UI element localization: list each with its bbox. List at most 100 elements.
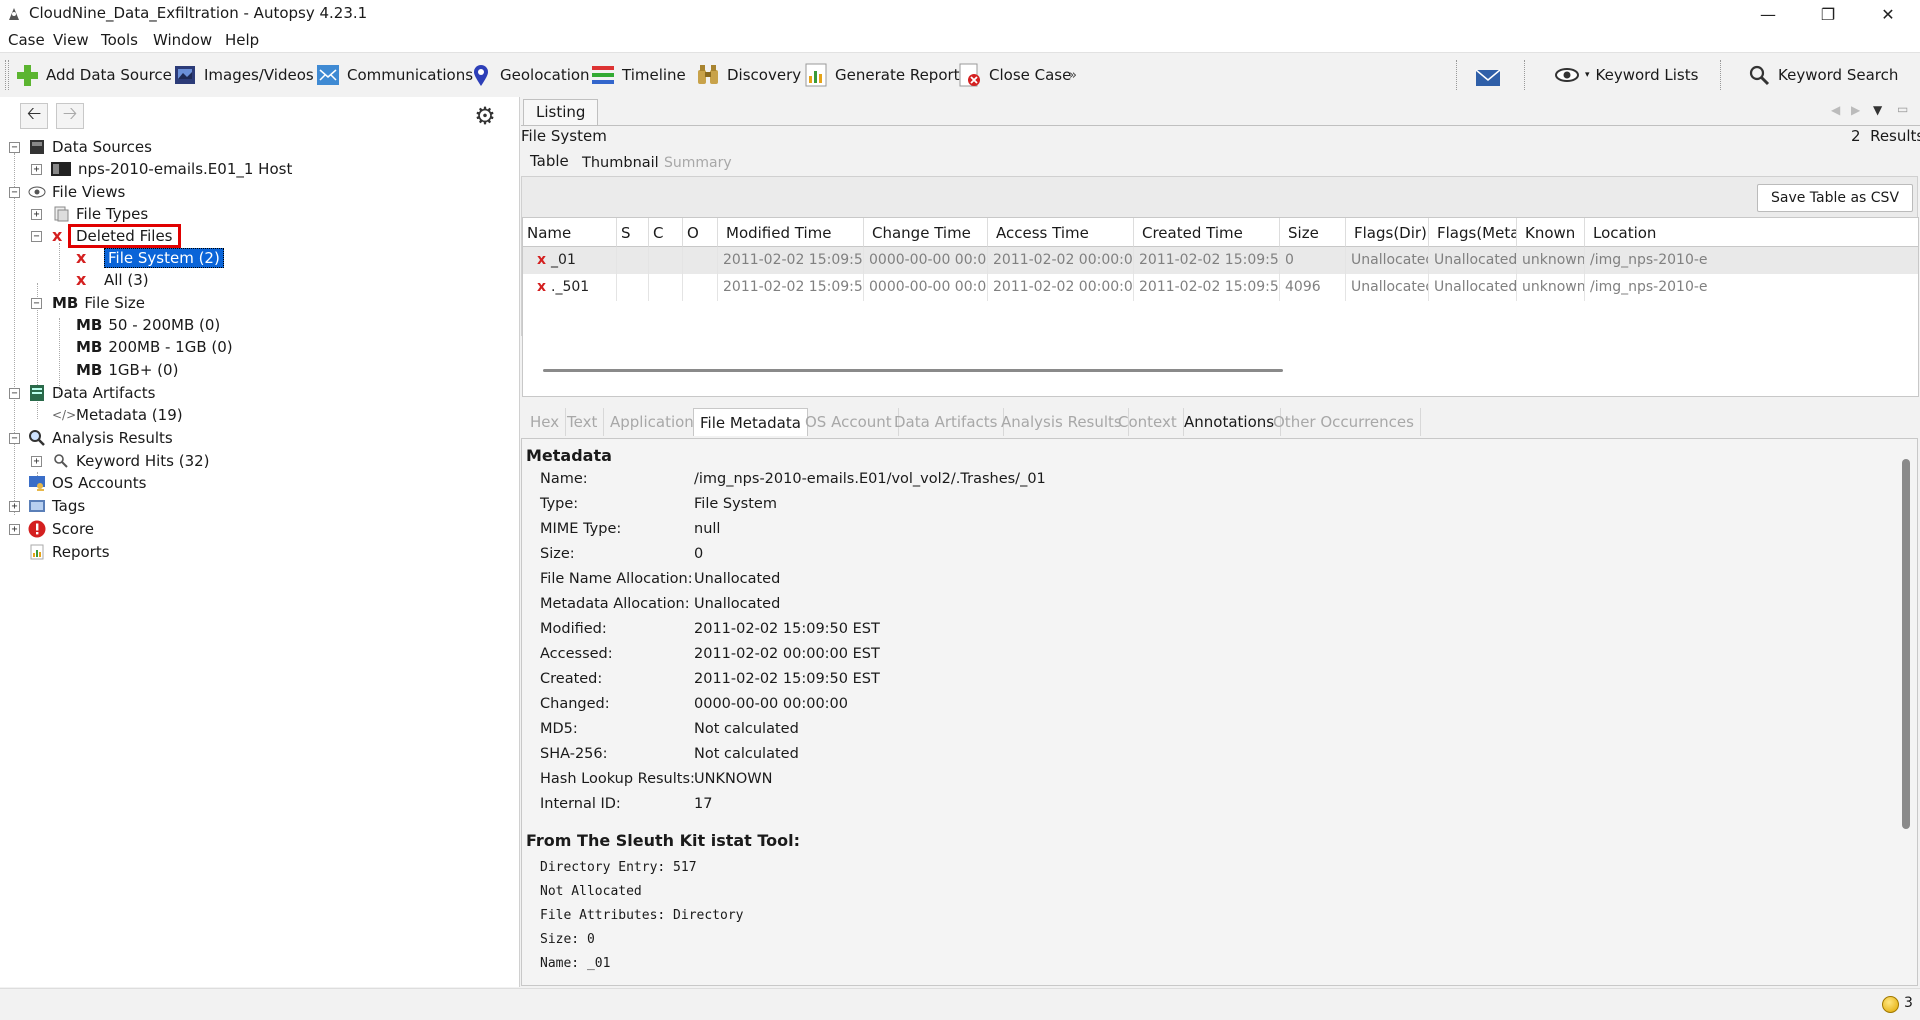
discovery-button[interactable]: Discovery	[695, 60, 801, 90]
table-cell-created: 2011-02-02 15:09:50 EST	[1134, 247, 1280, 274]
menu-bar: Case View Tools Window Help	[0, 28, 1920, 53]
tree-item-size-50-200[interactable]: MB 50 - 200MB (0)	[76, 314, 220, 336]
column-header-created[interactable]: Created Time	[1134, 218, 1280, 247]
tab-other-occurrences[interactable]: Other Occurrences	[1267, 408, 1421, 436]
istat-line: Not Allocated	[540, 884, 642, 899]
metadata-label: Changed:	[540, 696, 610, 712]
tree-item-file-size[interactable]: MB File Size	[52, 292, 145, 314]
menu-view[interactable]: View	[53, 31, 89, 49]
geolocation-button[interactable]: Geolocation	[468, 60, 590, 90]
column-header-name[interactable]: Name	[523, 218, 617, 247]
generate-report-button[interactable]: Generate Report	[803, 60, 960, 90]
back-button[interactable]: 🡠	[20, 103, 48, 129]
images-videos-button[interactable]: Images/Videos	[172, 60, 314, 90]
expand-toggle[interactable]: −	[31, 231, 42, 242]
metadata-value: 0	[694, 546, 704, 562]
save-table-csv-button[interactable]: Save Table as CSV	[1757, 184, 1913, 212]
expand-toggle[interactable]: +	[9, 501, 20, 512]
file-name: ._501	[551, 279, 590, 295]
view-tab-summary[interactable]: Summary	[664, 155, 732, 171]
tab-hex[interactable]: Hex	[524, 408, 567, 436]
column-header-modified[interactable]: Modified Time	[718, 218, 864, 247]
horizontal-scrollbar[interactable]	[543, 369, 1283, 372]
menu-case[interactable]: Case	[8, 31, 45, 49]
tab-text[interactable]: Text	[561, 408, 605, 436]
tree-item-data-sources[interactable]: Data Sources	[28, 136, 152, 158]
column-header-size[interactable]: Size	[1280, 218, 1346, 247]
column-header-location[interactable]: Location	[1585, 218, 1918, 247]
table-cell-o	[683, 274, 718, 301]
tree-item-size-1g[interactable]: MB 1GB+ (0)	[76, 359, 178, 381]
expand-toggle[interactable]: −	[9, 388, 20, 399]
add-data-source-button[interactable]: Add Data Source	[14, 60, 172, 90]
menu-help[interactable]: Help	[225, 31, 259, 49]
column-header-flags-dir[interactable]: Flags(Dir)	[1346, 218, 1429, 247]
metadata-label: Created:	[540, 671, 603, 687]
tree-item-file-views[interactable]: File Views	[28, 181, 125, 203]
tab-scroll-right-icon[interactable]: ▶	[1851, 103, 1860, 117]
tree-item-score[interactable]: Score	[28, 518, 94, 540]
tab-listing[interactable]: Listing	[523, 99, 599, 125]
close-window-button[interactable]: ✕	[1860, 0, 1916, 28]
tab-os-account[interactable]: OS Account	[799, 408, 899, 436]
expand-toggle[interactable]: +	[31, 164, 42, 175]
tree-item-keyword-hits[interactable]: Keyword Hits (32)	[52, 450, 210, 472]
expand-toggle[interactable]: −	[9, 433, 20, 444]
expand-toggle[interactable]: −	[9, 142, 20, 153]
keyword-search-button[interactable]: Keyword Search	[1748, 60, 1898, 90]
tree-item-analysis-results[interactable]: Analysis Results	[28, 427, 173, 449]
tab-analysis-results[interactable]: Analysis Results	[995, 408, 1129, 436]
expand-toggle[interactable]: +	[9, 524, 20, 535]
column-header-known[interactable]: Known	[1517, 218, 1585, 247]
column-header-s[interactable]: S	[617, 218, 649, 247]
tree-item-os-accounts[interactable]: OS Accounts	[28, 472, 146, 494]
tab-scroll-left-icon[interactable]: ◀	[1831, 103, 1840, 117]
file-metadata-viewer: Metadata Name: /img_nps-2010-emails.E01/…	[521, 438, 1918, 986]
menu-window[interactable]: Window	[153, 31, 212, 49]
tree-item-metadata[interactable]: </> Metadata (19)	[52, 404, 183, 426]
minimize-button[interactable]: —	[1740, 0, 1796, 28]
close-case-icon	[959, 63, 980, 87]
tab-file-metadata[interactable]: File Metadata	[693, 408, 808, 436]
tree-item-deleted-files[interactable]: x Deleted Files	[52, 224, 181, 248]
settings-gear-icon[interactable]: ⚙	[472, 102, 498, 130]
tab-context[interactable]: Context	[1112, 408, 1184, 436]
menu-tools[interactable]: Tools	[101, 31, 138, 49]
view-tab-thumbnail[interactable]: Thumbnail	[582, 155, 659, 171]
tab-annotations[interactable]: Annotations	[1178, 408, 1282, 436]
expand-toggle[interactable]: +	[31, 456, 42, 467]
tree-item-data-artifacts[interactable]: Data Artifacts	[28, 382, 155, 404]
column-header-flags-meta[interactable]: Flags(Meta)	[1429, 218, 1517, 247]
tree-label: OS Accounts	[52, 474, 147, 492]
communications-button[interactable]: Communications	[315, 60, 473, 90]
toolbar-overflow-button[interactable]: »	[1069, 60, 1077, 90]
forward-button[interactable]: 🡢	[56, 103, 84, 129]
column-header-c[interactable]: C	[649, 218, 683, 247]
timeline-button[interactable]: Timeline	[590, 60, 686, 90]
tab-application[interactable]: Application	[604, 408, 701, 436]
column-header-o[interactable]: O	[683, 218, 718, 247]
tree-item-file-system[interactable]: x File System (2)	[76, 247, 224, 269]
notification-bulb-icon[interactable]	[1882, 996, 1899, 1013]
tab-data-artifacts[interactable]: Data Artifacts	[888, 408, 1005, 436]
expand-toggle[interactable]: −	[9, 187, 20, 198]
tree-item-all[interactable]: x All (3)	[76, 269, 149, 291]
tree-item-tags[interactable]: Tags	[28, 495, 85, 517]
tree-item-size-200-1g[interactable]: MB 200MB - 1GB (0)	[76, 336, 233, 358]
close-case-button[interactable]: Close Case	[957, 60, 1071, 90]
column-header-access[interactable]: Access Time	[988, 218, 1134, 247]
vertical-scrollbar[interactable]	[1902, 459, 1910, 829]
mail-notifications-button[interactable]	[1474, 60, 1506, 90]
column-header-change[interactable]: Change Time	[864, 218, 988, 247]
metadata-heading: Metadata	[526, 446, 612, 465]
tree-item-file-types[interactable]: File Types	[52, 203, 148, 225]
view-tab-table[interactable]: Table	[530, 152, 569, 170]
tab-list-dropdown-icon[interactable]: ▼	[1873, 103, 1882, 117]
maximize-panel-icon[interactable]: ▭	[1897, 102, 1908, 116]
expand-toggle[interactable]: +	[31, 209, 42, 220]
keyword-lists-button[interactable]: ▾ Keyword Lists	[1555, 60, 1698, 90]
expand-toggle[interactable]: −	[31, 298, 42, 309]
restore-button[interactable]: ❐	[1800, 0, 1856, 28]
tree-item-host[interactable]: nps-2010-emails.E01_1 Host	[50, 158, 292, 180]
tree-item-reports[interactable]: Reports	[28, 541, 110, 563]
